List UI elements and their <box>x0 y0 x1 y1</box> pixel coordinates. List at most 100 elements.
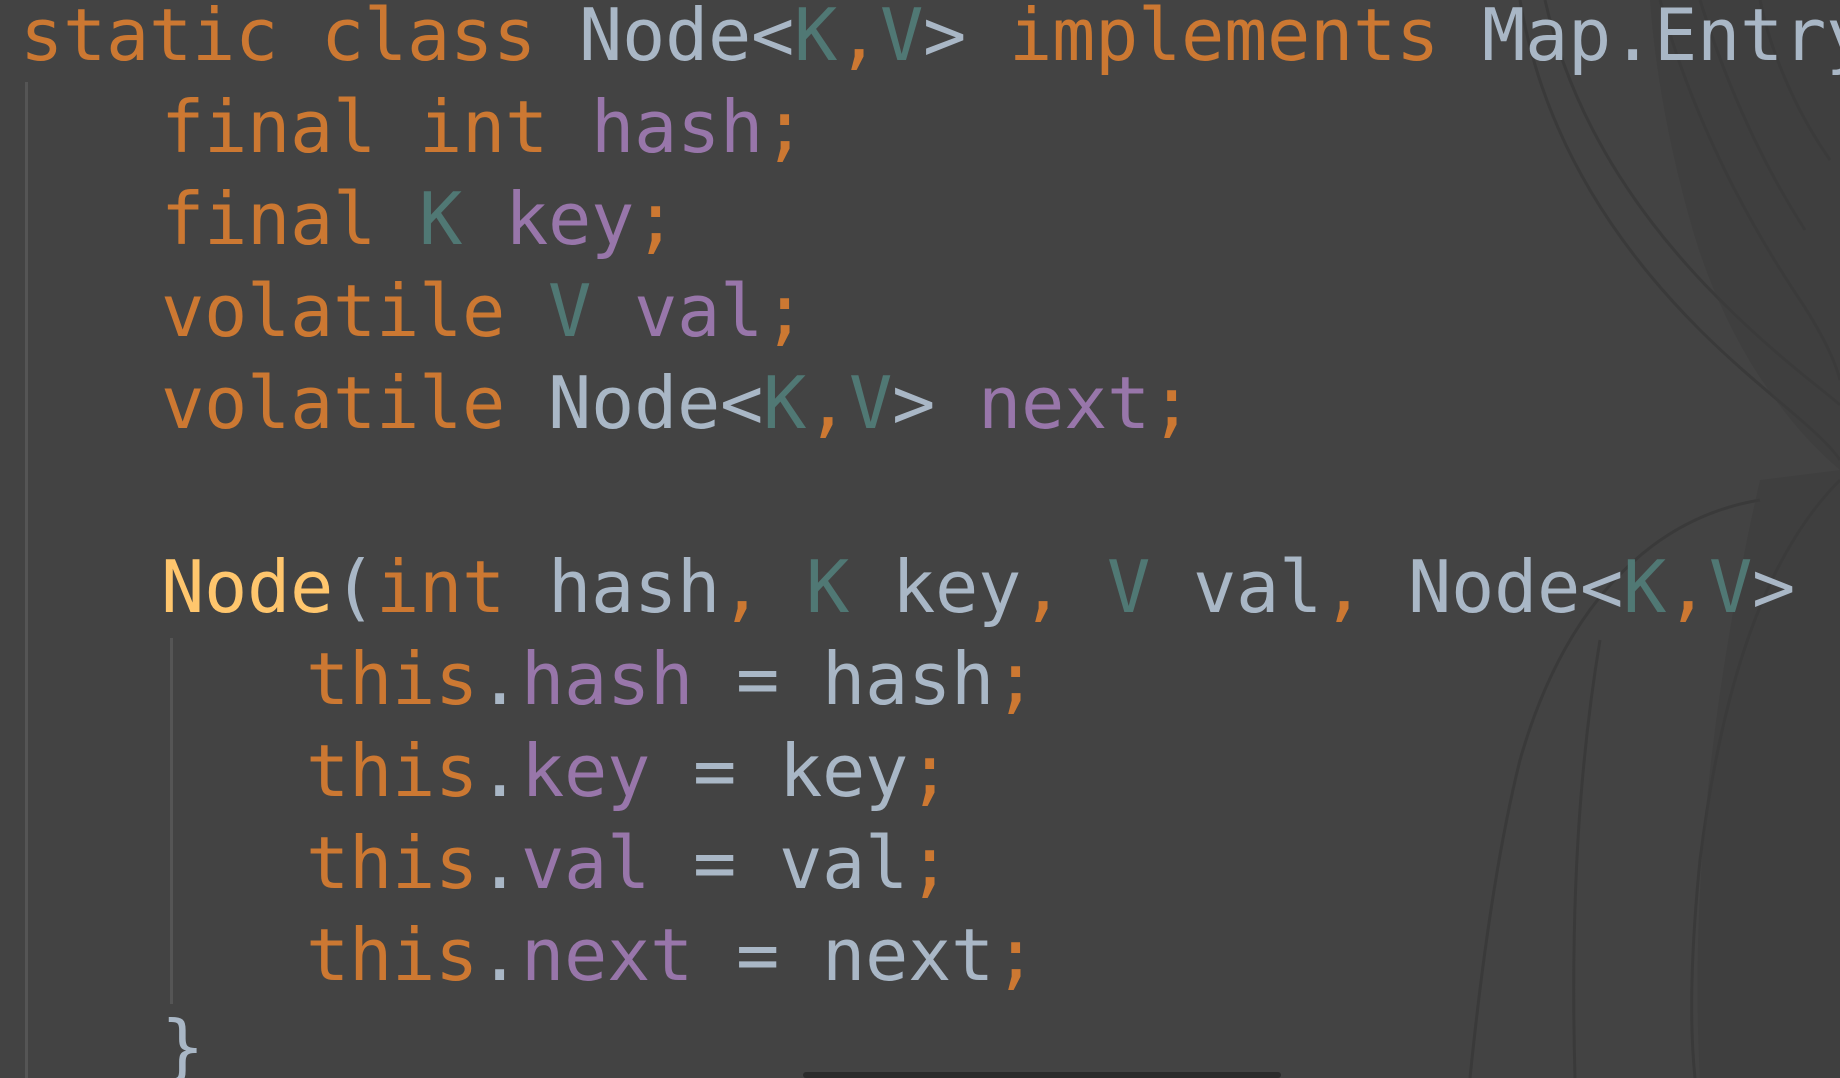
code-line[interactable]: this.next = next; <box>20 919 1840 1012</box>
code-token: , <box>1666 545 1709 629</box>
code-token: } <box>161 1005 204 1078</box>
code-token: ; <box>908 729 951 813</box>
code-token: ; <box>762 269 806 353</box>
code-token: ; <box>1149 361 1193 445</box>
code-token: ; <box>994 637 1037 721</box>
code-token: class <box>321 0 536 77</box>
code-token: ; <box>763 85 806 169</box>
code-token: int <box>376 545 505 629</box>
code-token: Node <box>547 361 720 445</box>
code-token: key <box>521 729 650 813</box>
code-line[interactable]: static class Node<K,V> implements Map.En… <box>20 0 1840 92</box>
code-token: , <box>837 0 880 77</box>
code-token: . <box>478 729 521 813</box>
code-token: < <box>1580 545 1623 629</box>
code-token: < <box>719 361 763 445</box>
code-token: , <box>805 361 849 445</box>
code-token: , <box>720 545 763 629</box>
code-token: , <box>1322 545 1365 629</box>
code-line[interactable] <box>20 460 1840 552</box>
code-line[interactable]: this.val = val; <box>20 827 1840 920</box>
code-token: Node <box>161 545 333 629</box>
code-token: volatile <box>161 361 505 445</box>
code-token: val <box>1193 545 1322 629</box>
code-editor[interactable]: static class Node<K,V> implements Map.En… <box>0 0 1840 1078</box>
code-line[interactable]: final K key; <box>20 183 1840 276</box>
code-line[interactable]: this.hash = hash; <box>20 643 1840 736</box>
code-line[interactable]: volatile V val; <box>20 275 1840 368</box>
code-line[interactable]: this.key = key; <box>20 735 1840 828</box>
code-token: int <box>419 85 548 169</box>
code-token: next <box>521 913 693 997</box>
code-token: , <box>1021 545 1064 629</box>
code-token: hash <box>591 85 763 169</box>
code-token: val <box>633 269 763 353</box>
code-token: V <box>880 0 923 77</box>
code-token: . <box>478 637 521 721</box>
code-token: > <box>1752 545 1795 629</box>
code-line[interactable]: } <box>20 1011 1840 1078</box>
code-token: = <box>650 821 779 905</box>
code-token: Node <box>1408 545 1580 629</box>
code-token: next <box>822 913 994 997</box>
code-token: val <box>779 821 908 905</box>
code-token: ( <box>333 545 376 629</box>
code-token: ; <box>994 913 1037 997</box>
code-token: this <box>306 821 478 905</box>
code-token: . <box>478 913 521 997</box>
code-token: volatile <box>161 269 505 353</box>
code-token: final <box>161 177 376 261</box>
code-token: K <box>806 545 849 629</box>
code-token: hash <box>521 637 693 721</box>
code-token: K <box>1623 545 1666 629</box>
code-token: key <box>779 729 908 813</box>
code-line[interactable]: volatile Node<K,V> next; <box>20 367 1840 460</box>
code-token: final <box>161 85 376 169</box>
code-token: > <box>891 361 935 445</box>
code-token: = <box>693 637 822 721</box>
code-content[interactable]: static class Node<K,V> implements Map.En… <box>20 0 1840 1078</box>
horizontal-scrollbar-thumb[interactable] <box>803 1072 1281 1078</box>
code-line[interactable]: Node(int hash, K key, V val, Node<K,V> n… <box>20 551 1840 644</box>
code-token: V <box>1107 545 1150 629</box>
code-token: = <box>650 729 779 813</box>
code-token: < <box>751 0 794 77</box>
code-token: V <box>848 361 892 445</box>
code-token: K <box>794 0 837 77</box>
code-token: key <box>505 177 634 261</box>
code-token: V <box>547 269 591 353</box>
code-token: > <box>923 0 966 77</box>
code-token: = <box>693 913 822 997</box>
code-token: key <box>892 545 1021 629</box>
code-token: hash <box>822 637 994 721</box>
code-token: next <box>977 361 1150 445</box>
code-token: . <box>478 821 521 905</box>
code-token: this <box>306 637 478 721</box>
code-token: implements <box>1009 0 1439 77</box>
code-token: this <box>306 729 478 813</box>
code-token: val <box>521 821 650 905</box>
code-line[interactable]: final int hash; <box>20 91 1840 184</box>
code-token: Map.Entry <box>1481 0 1840 77</box>
code-token: hash <box>548 545 720 629</box>
code-token: Node <box>579 0 751 77</box>
code-token: K <box>762 361 806 445</box>
code-token: K <box>419 177 462 261</box>
